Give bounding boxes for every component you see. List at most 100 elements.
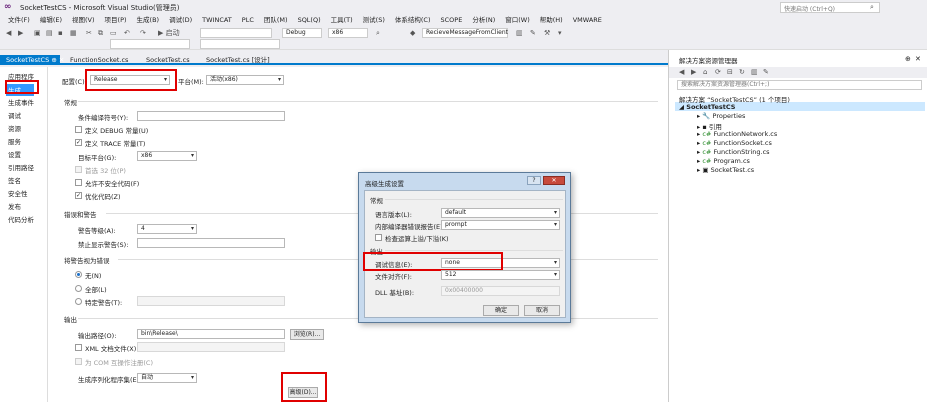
extension-icon[interactable]: ▾ (558, 28, 562, 38)
define-debug-checkbox[interactable] (75, 126, 82, 133)
nav-signing[interactable]: 签名 (8, 175, 21, 185)
treat-none-radio[interactable] (75, 271, 82, 278)
menu-test[interactable]: 测试(S) (359, 14, 389, 26)
target-select[interactable]: x86 (137, 151, 197, 161)
symbols-input[interactable] (137, 111, 285, 121)
collapse-icon[interactable]: ⊟ (727, 67, 733, 77)
cancel-button[interactable]: 取消 (524, 305, 560, 316)
close-icon[interactable]: ✕ (915, 55, 921, 63)
tab-sockettestcs[interactable]: SocketTestCS ⊕ ✕ (0, 55, 64, 65)
tree-item-functionstring[interactable]: ▸ c# FunctionString.cs (697, 148, 770, 156)
back-icon[interactable]: ◀ (679, 67, 684, 77)
config-combo[interactable]: Debug (282, 28, 322, 38)
menu-view[interactable]: 视图(V) (68, 14, 99, 26)
tree-item-program[interactable]: ▸ c# Program.cs (697, 157, 750, 165)
quick-launch-input[interactable]: 快速启动 (Ctrl+Q) (780, 2, 880, 13)
menu-file[interactable]: 文件(F) (4, 14, 34, 26)
xml-doc-checkbox[interactable] (75, 344, 82, 351)
cut-icon[interactable]: ✂ (86, 28, 92, 38)
output-path-input[interactable]: bin\Release\ (137, 329, 285, 339)
undo-icon[interactable]: ↶ (124, 28, 130, 38)
overflow-checkbox[interactable] (375, 234, 382, 241)
menu-architecture[interactable]: 体系结构(C) (391, 14, 435, 26)
lang-select[interactable]: default (441, 208, 560, 218)
define-trace-checkbox[interactable]: ✓ (75, 139, 82, 146)
secondary-combo-1[interactable] (110, 39, 190, 49)
forward-icon[interactable]: ▶ (691, 67, 696, 77)
xml-doc-input[interactable] (137, 342, 285, 352)
pin-icon[interactable]: ⊕ (905, 55, 911, 63)
sync-icon[interactable]: ⟳ (715, 67, 721, 77)
menu-edit[interactable]: 编辑(E) (36, 14, 66, 26)
com-checkbox[interactable] (75, 358, 82, 365)
suppress-input[interactable] (137, 238, 285, 248)
copy-icon[interactable]: ⧉ (98, 28, 103, 38)
find-icon[interactable]: ⌕ (376, 28, 380, 38)
menu-team[interactable]: 团队(M) (260, 14, 292, 26)
tab-functionsocket[interactable]: FunctionSocket.cs (64, 55, 134, 65)
menu-sql[interactable]: SQL(Q) (294, 14, 325, 26)
warn-level-select[interactable]: 4 (137, 224, 197, 234)
home-icon[interactable]: ⌂ (703, 67, 707, 77)
nav-reference-paths[interactable]: 引用路径 (8, 162, 34, 172)
properties-icon[interactable]: ✎ (530, 28, 536, 38)
toolbox-icon[interactable]: ⚒ (544, 28, 550, 38)
menu-scope[interactable]: SCOPE (437, 14, 467, 26)
refresh-icon[interactable]: ↻ (739, 67, 745, 77)
platform-combo[interactable]: x86 (328, 28, 368, 38)
menu-twincat[interactable]: TWINCAT (198, 14, 236, 26)
start-target-combo[interactable] (200, 28, 272, 38)
save-icon[interactable]: ▪ (58, 28, 63, 38)
align-select[interactable]: 512 (441, 270, 560, 280)
pin-icon[interactable]: ⊕ (51, 56, 56, 64)
optimize-checkbox[interactable]: ✓ (75, 192, 82, 199)
specific-warnings-input[interactable] (137, 296, 285, 306)
tree-item-properties[interactable]: ▸ 🔧 Properties (697, 112, 745, 120)
start-button[interactable]: ▶ 启动 (158, 28, 180, 38)
tab-sockettest[interactable]: SocketTest.cs (140, 55, 196, 65)
tab-sockettest-design[interactable]: SocketTest.cs [设计] (200, 55, 276, 65)
menu-window[interactable]: 窗口(W) (501, 14, 534, 26)
new-project-icon[interactable]: ▣ (34, 28, 41, 38)
prefer32-checkbox[interactable] (75, 166, 82, 173)
show-all-icon[interactable]: ▥ (751, 67, 758, 77)
menu-tools[interactable]: 工具(T) (327, 14, 357, 26)
nav-security[interactable]: 安全性 (8, 188, 28, 198)
treat-specific-radio[interactable] (75, 298, 82, 305)
save-all-icon[interactable]: ▦ (70, 28, 77, 38)
menu-help[interactable]: 帮助(H) (536, 14, 567, 26)
forward-icon[interactable]: ▶ (18, 28, 23, 38)
tree-item-functionsocket[interactable]: ▸ c# FunctionSocket.cs (697, 139, 772, 147)
serialization-select[interactable]: 自动 (137, 373, 197, 383)
menu-vmware[interactable]: VMWARE (569, 14, 606, 26)
menu-debug[interactable]: 调试(D) (165, 14, 196, 26)
platform-select[interactable]: 活动(x86) (206, 75, 284, 85)
ok-button[interactable]: 确定 (483, 305, 519, 316)
menu-project[interactable]: 项目(P) (101, 14, 131, 26)
tree-item-functionnetwork[interactable]: ▸ c# FunctionNetwork.cs (697, 130, 777, 138)
redo-icon[interactable]: ↷ (140, 28, 146, 38)
report-select[interactable]: prompt (441, 220, 560, 230)
treat-all-radio[interactable] (75, 285, 82, 292)
menu-plc[interactable]: PLC (238, 14, 258, 26)
solution-search-input[interactable]: 搜索解决方案资源管理器(Ctrl+;) (677, 80, 922, 90)
secondary-combo-2[interactable] (200, 39, 280, 49)
unsafe-checkbox[interactable] (75, 179, 82, 186)
nav-debug[interactable]: 调试 (8, 110, 21, 120)
paste-icon[interactable]: ▭ (110, 28, 117, 38)
nav-settings[interactable]: 设置 (8, 149, 21, 159)
dll-input[interactable]: 0x00400000 (441, 286, 560, 296)
function-combo[interactable]: RecieveMessageFromClient (422, 28, 508, 38)
solution-explorer-icon[interactable]: ▥ (516, 28, 523, 38)
menu-analyze[interactable]: 分析(N) (468, 14, 499, 26)
tree-project[interactable]: ◢ SocketTestCS (679, 103, 735, 111)
nav-publish[interactable]: 发布 (8, 201, 21, 211)
back-icon[interactable]: ◀ (6, 28, 11, 38)
close-button[interactable]: ✕ (543, 176, 565, 185)
help-button[interactable]: ? (527, 176, 541, 185)
search-icon[interactable]: ⌕ (870, 3, 874, 12)
properties-icon[interactable]: ✎ (763, 67, 769, 77)
nav-resources[interactable]: 资源 (8, 123, 21, 133)
nav-build-events[interactable]: 生成事件 (8, 97, 34, 107)
browse-button[interactable]: 浏览(R)... (290, 329, 324, 340)
